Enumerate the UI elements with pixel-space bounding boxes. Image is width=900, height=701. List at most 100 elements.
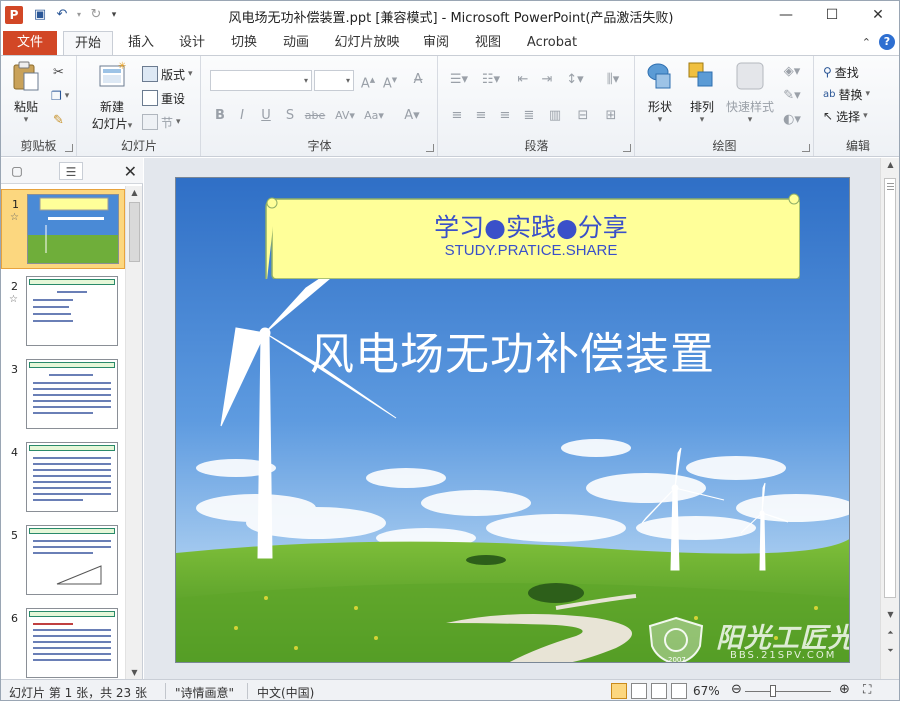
shapes-button[interactable]: 形状 ▾ (640, 60, 680, 125)
char-spacing-icon[interactable]: AV▾ (332, 106, 358, 126)
slideshow-view-icon[interactable] (671, 683, 687, 699)
select-button[interactable]: ↖ 选择 ▾ (823, 106, 868, 126)
shape-fill-icon[interactable]: ◈▾ (780, 62, 804, 82)
scroll-down-icon[interactable]: ▼ (126, 668, 143, 677)
columns-icon[interactable]: ▥ (545, 106, 565, 126)
arrange-button[interactable]: 排列 ▾ (682, 60, 722, 125)
slides-tab-icon[interactable]: ▢ (5, 162, 29, 180)
tab-insert[interactable]: 插入 (119, 31, 163, 55)
slide-title[interactable]: 风电场无功补偿装置 (176, 318, 849, 382)
align-left-icon[interactable]: ≡ (447, 106, 467, 126)
reading-view-icon[interactable] (651, 683, 667, 699)
align-text-icon[interactable]: ⊟ (573, 106, 593, 126)
bullets-icon[interactable]: ☰▾ (447, 70, 471, 90)
tab-design[interactable]: 设计 (171, 31, 213, 55)
font-launcher-icon[interactable] (426, 144, 434, 152)
collapse-ribbon-icon[interactable]: ⌃ (862, 36, 871, 49)
language-status[interactable]: 中文(中国) (257, 684, 314, 700)
cut-button[interactable]: ✂ (53, 62, 64, 82)
fit-to-window-icon[interactable]: ⛶ (863, 682, 871, 697)
close-panel-icon[interactable]: ✕ (124, 162, 137, 181)
thumbnail-scrollbar[interactable]: ▲ ▼ (125, 186, 142, 679)
zoom-in-icon[interactable]: ⊕ (839, 682, 850, 697)
underline-icon[interactable]: U (256, 106, 276, 126)
paragraph-launcher-icon[interactable] (623, 144, 631, 152)
layout-button[interactable]: 版式 ▾ (142, 64, 193, 84)
tab-animations[interactable]: 动画 (275, 31, 317, 55)
reset-button[interactable]: 重设 (142, 88, 185, 108)
line-spacing-icon[interactable]: ↕▾ (563, 70, 587, 90)
clipboard-launcher-icon[interactable] (65, 144, 73, 152)
tab-slideshow[interactable]: 幻灯片放映 (329, 31, 405, 55)
thumbnail-scroll-thumb[interactable] (129, 202, 140, 262)
grow-font-icon[interactable]: A▲ (358, 70, 378, 91)
tab-view[interactable]: 视图 (467, 31, 509, 55)
outline-tab-icon[interactable]: ☰ (59, 162, 83, 180)
thumbnail-row-5[interactable]: 5 (1, 521, 125, 601)
align-right-icon[interactable]: ≡ (495, 106, 515, 126)
zoom-level[interactable]: 67% (693, 684, 720, 698)
thumbnail-slide-4[interactable] (26, 442, 118, 512)
text-direction-icon[interactable]: ⫼▾ (601, 70, 625, 90)
italic-icon[interactable]: I (232, 106, 252, 126)
bold-icon[interactable]: B (210, 106, 230, 126)
powerpoint-app-icon[interactable]: P (5, 6, 23, 24)
shape-outline-icon[interactable]: ✎▾ (780, 86, 804, 106)
tab-acrobat[interactable]: Acrobat (521, 31, 583, 55)
editor-scroll-thumb[interactable] (884, 178, 896, 598)
zoom-slider[interactable] (745, 691, 831, 692)
help-icon[interactable]: ? (879, 34, 895, 50)
theme-status[interactable]: "诗情画意" (175, 684, 234, 700)
close-button[interactable]: ✕ (855, 1, 899, 29)
thumbnail-slide-3[interactable] (26, 359, 118, 429)
next-slide-icon[interactable]: ⏷ (881, 646, 899, 656)
customize-qat-icon[interactable]: ▾ (109, 6, 119, 24)
decrease-indent-icon[interactable]: ⇤ (513, 70, 533, 90)
current-slide[interactable]: 学习●实践●分享 STUDY.PRATICE.SHARE 风电场无功补偿装置 2… (175, 177, 850, 663)
format-painter-button[interactable]: ✎ (53, 110, 64, 130)
tab-file[interactable]: 文件 (3, 31, 57, 55)
minimize-button[interactable]: — (763, 1, 809, 29)
zoom-slider-knob[interactable] (770, 685, 776, 697)
increase-indent-icon[interactable]: ⇥ (537, 70, 557, 90)
thumbnail-slide-6[interactable] (26, 608, 118, 678)
editor-scrollbar[interactable]: ▲ ▼ ⏶ ⏷ (880, 158, 899, 679)
font-size-combo[interactable]: ▾ (314, 70, 354, 91)
undo-dropdown-icon[interactable]: ▾ (75, 6, 83, 24)
maximize-button[interactable]: ☐ (809, 1, 855, 29)
previous-slide-icon[interactable]: ⏶ (881, 628, 899, 638)
thumbnail-slide-5[interactable] (26, 525, 118, 595)
undo-icon[interactable]: ↶ (53, 6, 71, 24)
section-button[interactable]: 节 ▾ (142, 112, 181, 132)
change-case-icon[interactable]: Aa▾ (362, 106, 386, 126)
paste-button[interactable]: 粘贴 ▾ (7, 60, 45, 125)
quick-styles-button[interactable]: 快速样式 ▾ (724, 60, 776, 125)
thumbnail-row-3[interactable]: 3 (1, 355, 125, 435)
font-name-combo[interactable]: ▾ (210, 70, 312, 91)
save-icon[interactable]: ▣ (31, 6, 49, 24)
thumbnail-row-1[interactable]: 1 ☆ (1, 189, 125, 269)
clear-formatting-icon[interactable]: A̶ (408, 70, 428, 90)
shadow-icon[interactable]: S (280, 106, 300, 126)
drawing-launcher-icon[interactable] (802, 144, 810, 152)
align-center-icon[interactable]: ≡ (471, 106, 491, 126)
smartart-icon[interactable]: ⊞ (601, 106, 621, 126)
shape-effects-icon[interactable]: ◐▾ (780, 110, 804, 130)
slide-sorter-icon[interactable] (631, 683, 647, 699)
normal-view-icon[interactable] (611, 683, 627, 699)
shrink-font-icon[interactable]: A▼ (380, 70, 400, 91)
find-button[interactable]: ⚲ 查找 (823, 62, 859, 82)
strikethrough-icon[interactable]: abe (302, 106, 328, 126)
numbering-icon[interactable]: ☷▾ (479, 70, 503, 90)
thumbnail-row-6[interactable]: 6 (1, 604, 125, 679)
new-slide-button[interactable]: ✳ 新建 幻灯片▾ (88, 60, 136, 132)
tab-home[interactable]: 开始 (63, 31, 113, 55)
justify-icon[interactable]: ≣ (519, 106, 539, 126)
editor-scroll-down-icon[interactable]: ▼ (881, 610, 899, 619)
thumbnail-slide-1[interactable] (27, 194, 119, 264)
font-color-icon[interactable]: A▾ (402, 106, 422, 126)
redo-icon[interactable]: ↻ (87, 6, 105, 24)
thumbnail-row-2[interactable]: 2 ☆ (1, 272, 125, 352)
tab-review[interactable]: 审阅 (415, 31, 457, 55)
zoom-out-icon[interactable]: ⊖ (731, 682, 742, 697)
